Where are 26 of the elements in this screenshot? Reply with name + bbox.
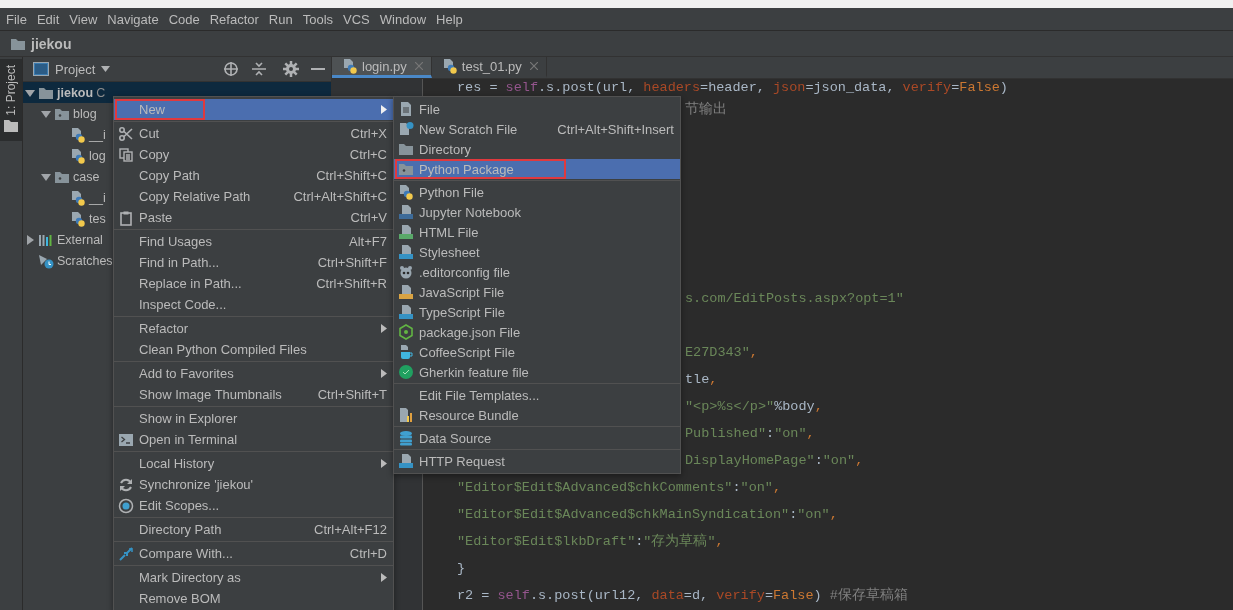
code-line: "Editor$Edit$lkbDraft":"存为草稿", — [457, 534, 724, 549]
code-line: E27D343", — [685, 345, 758, 360]
shortcut-text: Ctrl+D — [348, 546, 387, 561]
code-line: "<p>%s</p>"%body, — [685, 399, 823, 414]
code-line: s.com/EditPosts.aspx?opt=1" — [685, 291, 904, 306]
shortcut-text: Ctrl+X — [349, 126, 387, 141]
code-line: } — [457, 561, 466, 576]
shortcut-text: Ctrl+Shift+R — [315, 276, 387, 291]
tree-item-path: C — [96, 85, 106, 100]
code-line: res = self.s.post(url, headers=header, json=json_data, verify=False) — [457, 80, 1008, 95]
shortcut-text: Ctrl+Shift+F — [316, 255, 387, 270]
shortcut-text: Ctrl+Alt+Shift+C — [292, 189, 387, 204]
code-line: "Editor$Edit$Advanced$chkMainSyndication":"on", — [457, 507, 838, 522]
shortcut-text: Ctrl+Alt+Shift+Insert — [556, 121, 674, 137]
code-line: DisplayHomePage":"on", — [685, 453, 864, 468]
code-line: r2 = self.s.post(url12, data=d, verify=False) #保存草稿箱 — [457, 588, 908, 603]
shortcut-text: Ctrl+Shift+T — [316, 387, 387, 402]
code-line: Published":"on", — [685, 426, 815, 441]
code-line: "Editor$Edit$Advanced$chkComments":"on", — [457, 480, 782, 495]
shortcut-text: Ctrl+Alt+F12 — [313, 522, 387, 537]
code-line: tle, — [685, 372, 718, 387]
shortcut-text: Ctrl+Shift+C — [315, 168, 387, 183]
shortcut-text: Alt+F7 — [348, 234, 387, 249]
shortcut-text: Ctrl+C — [348, 147, 387, 162]
code-line: 节输出 — [685, 102, 727, 117]
shortcut-text: Ctrl+V — [349, 210, 387, 225]
